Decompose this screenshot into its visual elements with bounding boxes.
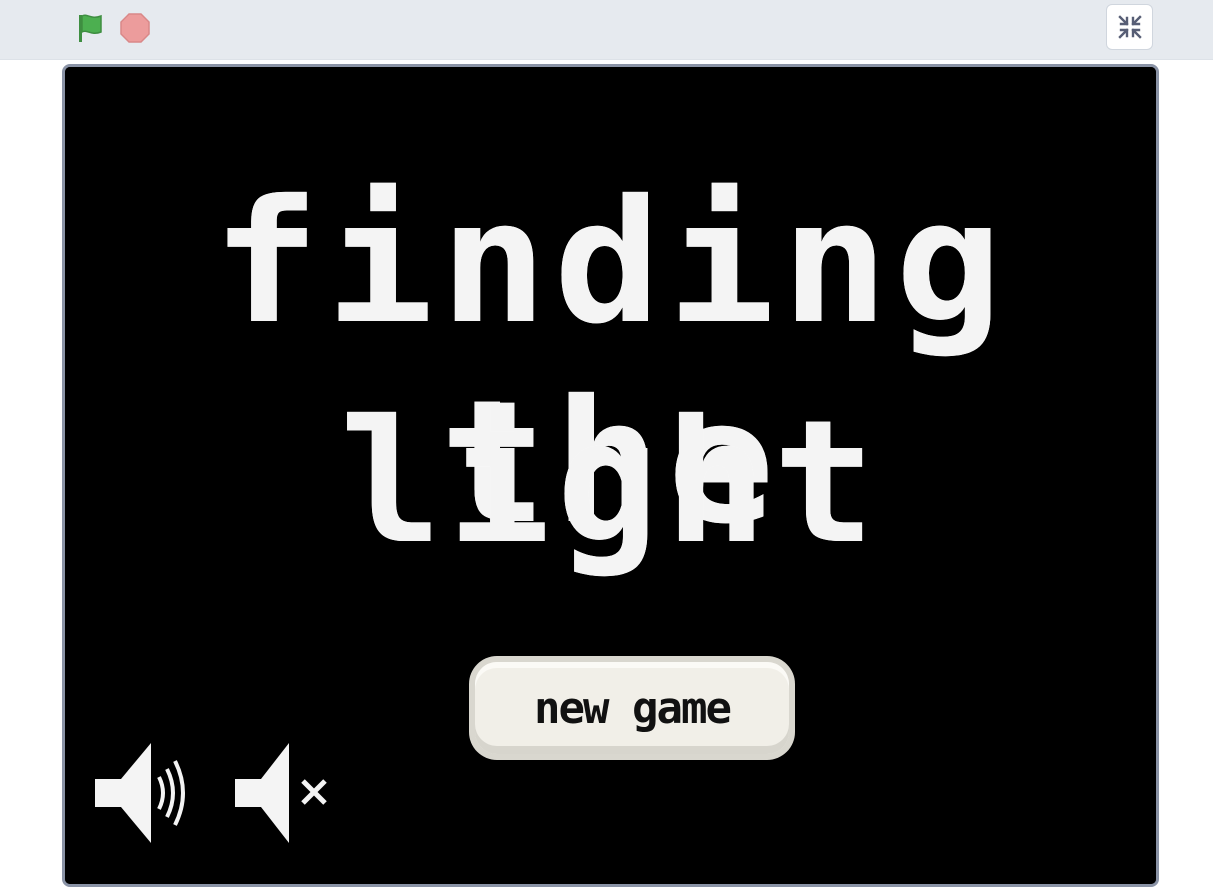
speaker-mute-icon[interactable] — [233, 741, 337, 845]
game-stage[interactable]: finding the light new game — [65, 67, 1156, 884]
new-game-button[interactable]: new game — [475, 662, 789, 754]
exit-fullscreen-button[interactable] — [1106, 4, 1153, 50]
game-title-line-2: light — [339, 384, 882, 582]
exit-fullscreen-icon — [1117, 15, 1142, 39]
green-flag-button[interactable] — [70, 10, 108, 46]
stage-frame: finding the light new game — [62, 64, 1159, 887]
speaker-on-icon[interactable] — [93, 741, 201, 845]
stop-icon — [120, 13, 150, 43]
new-game-label: new game — [534, 682, 732, 734]
green-flag-icon — [79, 14, 102, 42]
stage-toolbar — [0, 0, 1213, 60]
stop-button[interactable] — [116, 10, 154, 46]
